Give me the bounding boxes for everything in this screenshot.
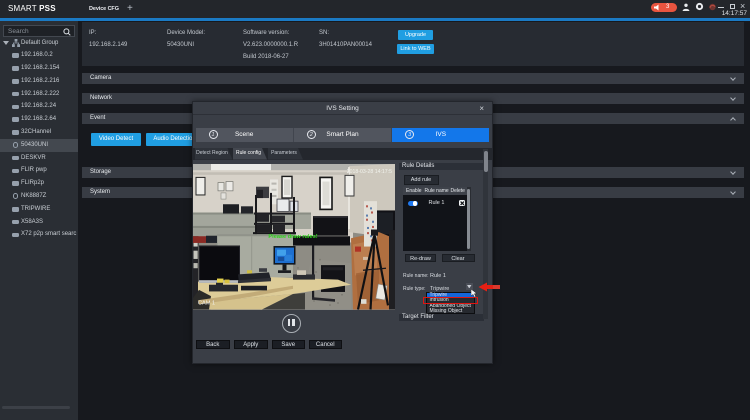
svg-text:2018-03-28 14:17:5: 2018-03-28 14:17:5 (347, 169, 392, 175)
svg-text:CAM 1: CAM 1 (198, 300, 215, 306)
svg-text:Please draw rules!: Please draw rules! (268, 234, 317, 240)
